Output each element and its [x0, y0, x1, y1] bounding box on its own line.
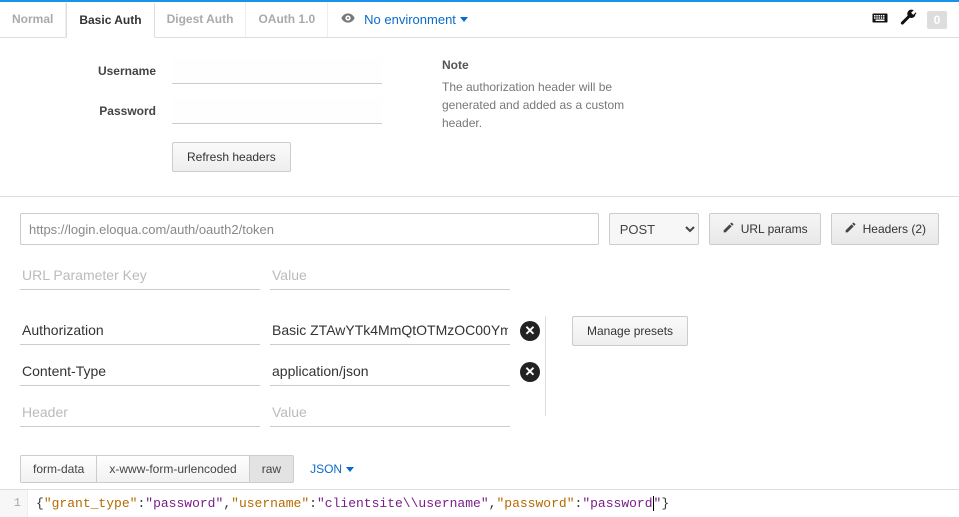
url-input[interactable] — [20, 213, 599, 245]
topbar: Normal Basic Auth Digest Auth OAuth 1.0 … — [0, 2, 959, 38]
headers-section: ✕ ✕ — [20, 316, 545, 439]
environment-dropdown[interactable]: No environment — [364, 12, 468, 27]
refresh-headers-button[interactable]: Refresh headers — [172, 142, 291, 172]
auth-tabs: Normal Basic Auth Digest Auth OAuth 1.0 — [0, 2, 328, 37]
tab-digest-auth[interactable]: Digest Auth — [155, 2, 247, 37]
wrench-icon[interactable] — [899, 9, 917, 30]
chevron-down-icon — [460, 17, 468, 22]
header-row: ✕ — [20, 316, 545, 345]
password-label: Password — [80, 104, 156, 118]
note-title: Note — [442, 58, 642, 72]
editor-gutter: 1 — [0, 490, 28, 517]
edit-icon — [844, 221, 857, 237]
url-params-section — [0, 261, 959, 316]
headers-label: Headers (2) — [863, 222, 926, 236]
tab-normal[interactable]: Normal — [0, 2, 66, 37]
url-param-key-input[interactable] — [20, 261, 260, 290]
header-value-input[interactable] — [270, 398, 510, 427]
auth-panel: Username Password Refresh headers Note T… — [0, 38, 959, 197]
body-tab-urlencoded[interactable]: x-www-form-urlencoded — [97, 455, 249, 483]
edit-icon — [722, 221, 735, 237]
header-value-input[interactable] — [270, 357, 510, 386]
header-key-input[interactable] — [20, 316, 260, 345]
header-key-input[interactable] — [20, 398, 260, 427]
header-row: ✕ — [20, 357, 545, 386]
url-param-value-input[interactable] — [270, 261, 510, 290]
headers-button[interactable]: Headers (2) — [831, 213, 939, 245]
username-input[interactable] — [172, 58, 382, 84]
eye-icon[interactable] — [340, 10, 356, 29]
note-body: The authorization header will be generat… — [442, 78, 642, 132]
environment-label: No environment — [364, 12, 456, 27]
editor-code[interactable]: {"grant_type":"password","username":"cli… — [28, 490, 959, 517]
notification-badge[interactable]: 0 — [927, 11, 947, 29]
chevron-down-icon — [346, 467, 354, 472]
url-params-label: URL params — [741, 222, 808, 236]
password-input[interactable] — [172, 98, 382, 124]
body-tab-form-data[interactable]: form-data — [20, 455, 97, 483]
header-row-new — [20, 398, 545, 427]
header-value-input[interactable] — [270, 316, 510, 345]
url-params-button[interactable]: URL params — [709, 213, 821, 245]
raw-format-dropdown[interactable]: JSON — [310, 462, 354, 476]
delete-header-icon[interactable]: ✕ — [520, 321, 540, 341]
tab-oauth1[interactable]: OAuth 1.0 — [246, 2, 328, 37]
body-type-tabs: form-data x-www-form-urlencoded raw JSON — [0, 449, 959, 489]
raw-format-label: JSON — [310, 462, 342, 476]
body-tab-raw[interactable]: raw — [250, 455, 294, 483]
manage-presets-button[interactable]: Manage presets — [572, 316, 688, 346]
keyboard-icon[interactable] — [871, 9, 889, 30]
body-editor[interactable]: 1 {"grant_type":"password","username":"c… — [0, 489, 959, 517]
delete-header-icon[interactable]: ✕ — [520, 362, 540, 382]
request-bar: POST URL params Headers (2) — [0, 197, 959, 261]
tab-basic-auth[interactable]: Basic Auth — [66, 3, 154, 38]
method-select[interactable]: POST — [609, 213, 699, 245]
header-key-input[interactable] — [20, 357, 260, 386]
username-label: Username — [80, 64, 156, 78]
